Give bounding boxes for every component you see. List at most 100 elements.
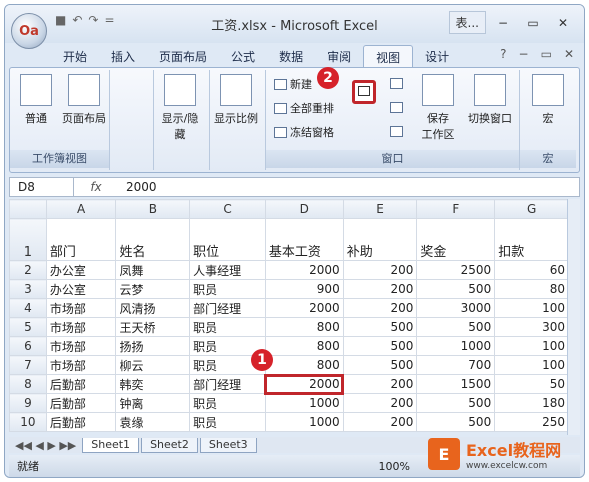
normal-view-button[interactable]: 普通 <box>14 74 58 126</box>
cell[interactable]: 补助 <box>342 218 418 261</box>
vertical-scrollbar[interactable] <box>567 199 580 435</box>
cell[interactable]: 800 <box>264 317 344 337</box>
cell[interactable]: 部门经理 <box>189 374 266 394</box>
cell[interactable]: 200 <box>342 374 418 394</box>
help-icon[interactable]: ? <box>500 47 506 61</box>
cell[interactable]: 2000 <box>264 260 344 280</box>
cell[interactable]: 姓名 <box>115 218 191 261</box>
restore-button[interactable]: ▭ <box>520 14 546 32</box>
row-header[interactable]: 6 <box>9 336 47 356</box>
cell[interactable]: 扣款 <box>494 218 569 261</box>
cell[interactable]: 韩奕 <box>115 374 191 394</box>
new-window-highlight-button[interactable] <box>352 80 376 104</box>
row-header[interactable]: 8 <box>9 374 47 394</box>
cell[interactable]: 50 <box>494 374 569 394</box>
macros-button[interactable]: 宏 <box>526 74 570 126</box>
row-header[interactable]: 2 <box>9 260 47 280</box>
cell[interactable]: 300 <box>494 317 569 337</box>
cell[interactable]: 后勤部 <box>45 374 117 394</box>
cell[interactable]: 250 <box>494 412 569 432</box>
fx-icon[interactable]: fx <box>74 180 118 194</box>
column-header[interactable]: D <box>264 199 344 219</box>
sheet-tab-1[interactable]: Sheet1 <box>82 437 140 453</box>
ribbon-restore-button[interactable]: ▭ <box>541 47 552 61</box>
cell[interactable]: 200 <box>342 298 418 318</box>
cell[interactable]: 1000 <box>264 393 344 413</box>
freeze-panes-button[interactable]: 冻结窗格 <box>274 124 334 140</box>
cell[interactable]: 500 <box>342 317 418 337</box>
cell[interactable]: 500 <box>416 317 496 337</box>
cell[interactable]: 500 <box>416 412 496 432</box>
page-layout-view-button[interactable]: 页面布局 <box>62 74 106 126</box>
cell[interactable]: 900 <box>264 279 344 299</box>
cell[interactable]: 200 <box>342 412 418 432</box>
zoom-level[interactable]: 100% <box>379 460 410 473</box>
cell[interactable]: 100 <box>494 355 569 375</box>
tab-insert[interactable]: 插入 <box>99 45 147 69</box>
tab-design[interactable]: 设计 <box>413 45 461 69</box>
cell[interactable]: 办公室 <box>45 279 117 299</box>
cell[interactable]: 1500 <box>416 374 496 394</box>
cell[interactable]: 1000 <box>416 336 496 356</box>
sync-scroll-button[interactable] <box>390 102 403 113</box>
column-header[interactable]: A <box>45 199 117 219</box>
tab-formulas[interactable]: 公式 <box>219 45 267 69</box>
arrange-all-button[interactable]: 全部重排 <box>274 100 334 116</box>
sheet-tab-2[interactable]: Sheet2 <box>141 437 198 453</box>
cell[interactable]: 职员 <box>189 317 266 337</box>
cell[interactable]: 市场部 <box>45 298 117 318</box>
cell[interactable]: 100 <box>494 298 569 318</box>
new-window-button[interactable]: 新建 <box>274 76 312 92</box>
cell[interactable]: 700 <box>416 355 496 375</box>
cell[interactable]: 2000 <box>264 373 345 395</box>
tab-view[interactable]: 视图 <box>363 45 414 69</box>
column-header[interactable]: G <box>494 199 569 219</box>
row-header[interactable]: 7 <box>9 355 47 375</box>
cell[interactable]: 800 <box>264 355 344 375</box>
cell[interactable]: 职员 <box>189 393 266 413</box>
user-badge[interactable]: 表... <box>448 11 486 34</box>
cell[interactable]: 职员 <box>189 412 266 432</box>
ribbon-close-button[interactable]: ✕ <box>564 47 574 61</box>
column-header[interactable]: B <box>115 199 191 219</box>
cell[interactable]: 职员 <box>189 279 266 299</box>
formula-input[interactable]: 2000 <box>118 180 157 194</box>
cell[interactable]: 200 <box>342 279 418 299</box>
cell[interactable]: 市场部 <box>45 355 117 375</box>
cell[interactable]: 80 <box>494 279 569 299</box>
cell[interactable]: 袁缘 <box>115 412 191 432</box>
cell[interactable]: 500 <box>342 355 418 375</box>
show-hide-button[interactable]: 显示/隐藏 <box>158 74 202 142</box>
cell[interactable]: 部门 <box>45 218 117 261</box>
row-header[interactable]: 1 <box>9 218 47 261</box>
cell[interactable]: 王天桥 <box>115 317 191 337</box>
cell[interactable]: 500 <box>416 393 496 413</box>
row-header[interactable]: 3 <box>9 279 47 299</box>
cell[interactable]: 3000 <box>416 298 496 318</box>
switch-windows-button[interactable]: 切换窗口 <box>462 74 518 126</box>
row-header[interactable]: 5 <box>9 317 47 337</box>
zoom-button[interactable]: 显示比例 <box>214 74 258 126</box>
cell[interactable]: 2500 <box>416 260 496 280</box>
row-header[interactable]: 4 <box>9 298 47 318</box>
cell[interactable]: 凤舞 <box>115 260 191 280</box>
sheet-nav-icon[interactable]: ◀◀ ◀ ▶ ▶▶ <box>9 439 82 452</box>
column-header[interactable]: F <box>416 199 496 219</box>
cell[interactable]: 1000 <box>264 412 344 432</box>
close-button[interactable]: ✕ <box>550 14 576 32</box>
cell[interactable]: 市场部 <box>45 317 117 337</box>
cell[interactable]: 柳云 <box>115 355 191 375</box>
tab-data[interactable]: 数据 <box>267 45 315 69</box>
column-header[interactable]: E <box>342 199 418 219</box>
save-workspace-button[interactable]: 保存 工作区 <box>416 74 460 142</box>
select-all-corner[interactable] <box>9 199 47 219</box>
cell[interactable]: 后勤部 <box>45 393 117 413</box>
cell[interactable]: 60 <box>494 260 569 280</box>
view-side-by-side-button[interactable] <box>390 78 403 89</box>
cell[interactable]: 办公室 <box>45 260 117 280</box>
column-header[interactable]: C <box>189 199 266 219</box>
cell[interactable]: 基本工资 <box>264 218 344 261</box>
minimize-button[interactable]: − <box>490 14 516 32</box>
cell[interactable]: 100 <box>494 336 569 356</box>
cell[interactable]: 职位 <box>189 218 266 261</box>
